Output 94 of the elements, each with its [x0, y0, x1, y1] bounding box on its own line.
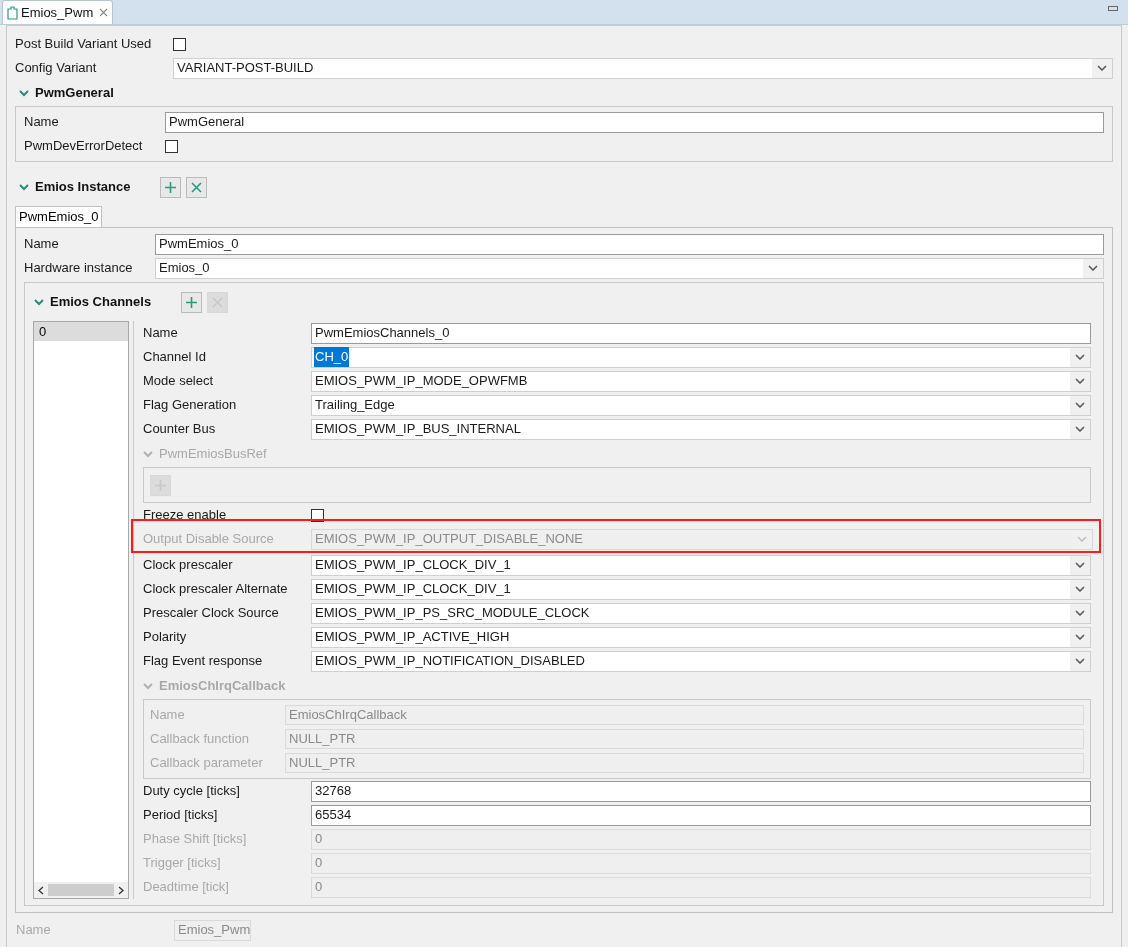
dropdown[interactable]: VARIANT-POST-BUILD [173, 57, 1113, 79]
dropdown-value: Trailing_Edge [314, 396, 396, 415]
close-icon [190, 180, 204, 194]
field-label: Flag Generation [143, 396, 238, 415]
chevron-down-icon [1075, 634, 1085, 640]
field-label: Deadtime [tick] [143, 878, 230, 897]
field-label: Name [24, 113, 60, 132]
dropdown-value: EMIOS_PWM_IP_OUTPUT_DISABLE_NONE [314, 530, 584, 549]
field-label: Clock prescaler [143, 556, 234, 575]
dropdown-value: EMIOS_PWM_IP_PS_SRC_MODULE_CLOCK [314, 604, 591, 623]
field-label: Clock prescaler Alternate [143, 580, 289, 599]
field-label: Name [143, 324, 179, 343]
field-label: Channel Id [143, 348, 207, 367]
dropdown-value: EMIOS_PWM_IP_BUS_INTERNAL [314, 420, 522, 439]
chevron-icon[interactable] [19, 89, 29, 97]
chevron-down-icon [1075, 426, 1085, 432]
field-label: Polarity [143, 628, 188, 647]
add-button[interactable] [160, 176, 182, 198]
section-title: Emios Channels [50, 293, 152, 312]
field-label: Hardware instance [24, 259, 134, 278]
add-button[interactable] [181, 291, 203, 313]
field-label: Counter Bus [143, 420, 217, 439]
editor-tab[interactable]: Emios_Pwm [2, 0, 114, 24]
section-title: PwmGeneral [35, 84, 114, 103]
field-label: Output Disable Source [143, 530, 275, 549]
chevron-down-icon [1075, 562, 1085, 568]
section-title: EmiosChIrqCallback [159, 677, 286, 696]
field-label: Period [ticks] [143, 806, 219, 825]
dropdown[interactable]: EMIOS_PWM_IP_MODE_OPWFMB [311, 370, 1091, 392]
plus-icon [185, 295, 199, 309]
chevron-down-icon [1097, 65, 1107, 71]
text-field[interactable]: 65534 [311, 804, 1091, 826]
dropdown[interactable]: Trailing_Edge [311, 394, 1091, 416]
chevron-down-icon [1075, 586, 1085, 592]
chevron-down-icon [1077, 536, 1087, 542]
dropdown[interactable]: Emios_0 [155, 257, 1104, 279]
chevron-down-icon [1075, 378, 1085, 384]
dropdown-value: VARIANT-POST-BUILD [176, 59, 315, 78]
dropdown[interactable]: EMIOS_PWM_IP_CLOCK_DIV_1 [311, 554, 1091, 576]
field-label: Callback parameter [150, 754, 264, 773]
checkbox[interactable] [173, 37, 186, 51]
text-field[interactable]: PwmEmiosChannels_0 [311, 322, 1091, 344]
minimize-icon[interactable] [1108, 6, 1118, 12]
channel-list-item[interactable]: 0 [34, 322, 128, 341]
text-field[interactable]: PwmEmios_0 [155, 233, 1104, 255]
checkbox[interactable] [165, 139, 178, 153]
field-label: Trigger [ticks] [143, 854, 222, 873]
chevron-down-icon [1075, 354, 1085, 360]
scroll-left-icon[interactable] [38, 885, 44, 895]
dropdown-value: EMIOS_PWM_IP_MODE_OPWFMB [314, 372, 529, 391]
field-label: PwmDevErrorDetect [24, 137, 144, 156]
field-label: Config Variant [15, 59, 98, 78]
dropdown-value: EMIOS_PWM_IP_NOTIFICATION_DISABLED [314, 652, 586, 671]
horizontal-scrollbar[interactable] [34, 882, 128, 898]
section-title: Emios Instance [35, 178, 131, 197]
field-label: Prescaler Clock Source [143, 604, 280, 623]
field-label: Freeze enable [143, 506, 228, 525]
dropdown-value: EMIOS_PWM_IP_CLOCK_DIV_1 [314, 580, 512, 599]
chevron-icon[interactable] [143, 682, 153, 690]
dropdown-value: CH_0 [314, 347, 350, 367]
dropdown[interactable]: EMIOS_PWM_IP_BUS_INTERNAL [311, 418, 1091, 440]
section-title: PwmEmiosBusRef [159, 445, 267, 464]
dropdown[interactable]: CH_0 [311, 346, 1091, 368]
field-label: Flag Event response [143, 652, 264, 671]
plus-icon [164, 180, 178, 194]
scroll-right-icon[interactable] [118, 885, 124, 895]
field-label: Name [16, 921, 52, 940]
instance-tab[interactable]: PwmEmios_0 [15, 206, 103, 227]
dropdown[interactable]: EMIOS_PWM_IP_CLOCK_DIV_1 [311, 578, 1091, 600]
field-label: Name [150, 706, 186, 725]
field-label: Mode select [143, 372, 215, 391]
remove-button[interactable] [186, 176, 208, 198]
chevron-icon[interactable] [143, 450, 153, 458]
dropdown[interactable]: EMIOS_PWM_IP_ACTIVE_HIGH [311, 626, 1091, 648]
chevron-down-icon [1075, 658, 1085, 664]
close-icon[interactable] [99, 8, 109, 17]
text-field[interactable]: PwmGeneral [165, 111, 1104, 133]
chevron-down-icon [1088, 265, 1098, 271]
chevron-down-icon [1075, 610, 1085, 616]
dropdown-value: EMIOS_PWM_IP_ACTIVE_HIGH [314, 628, 511, 647]
file-icon [7, 5, 18, 20]
field-label: Duty cycle [ticks] [143, 782, 241, 801]
dropdown-value: EMIOS_PWM_IP_CLOCK_DIV_1 [314, 556, 512, 575]
text-field[interactable]: 32768 [311, 780, 1091, 802]
chevron-icon[interactable] [19, 183, 29, 191]
field-label: Phase Shift [ticks] [143, 830, 248, 849]
chevron-down-icon [1075, 402, 1085, 408]
dropdown[interactable]: EMIOS_PWM_IP_NOTIFICATION_DISABLED [311, 650, 1091, 672]
field-label: Post Build Variant Used [15, 35, 153, 54]
field-label: Name [24, 235, 60, 254]
dropdown[interactable]: EMIOS_PWM_IP_PS_SRC_MODULE_CLOCK [311, 602, 1091, 624]
dropdown-value: Emios_0 [158, 259, 211, 278]
chevron-icon[interactable] [34, 298, 44, 306]
field-label: Callback function [150, 730, 250, 749]
